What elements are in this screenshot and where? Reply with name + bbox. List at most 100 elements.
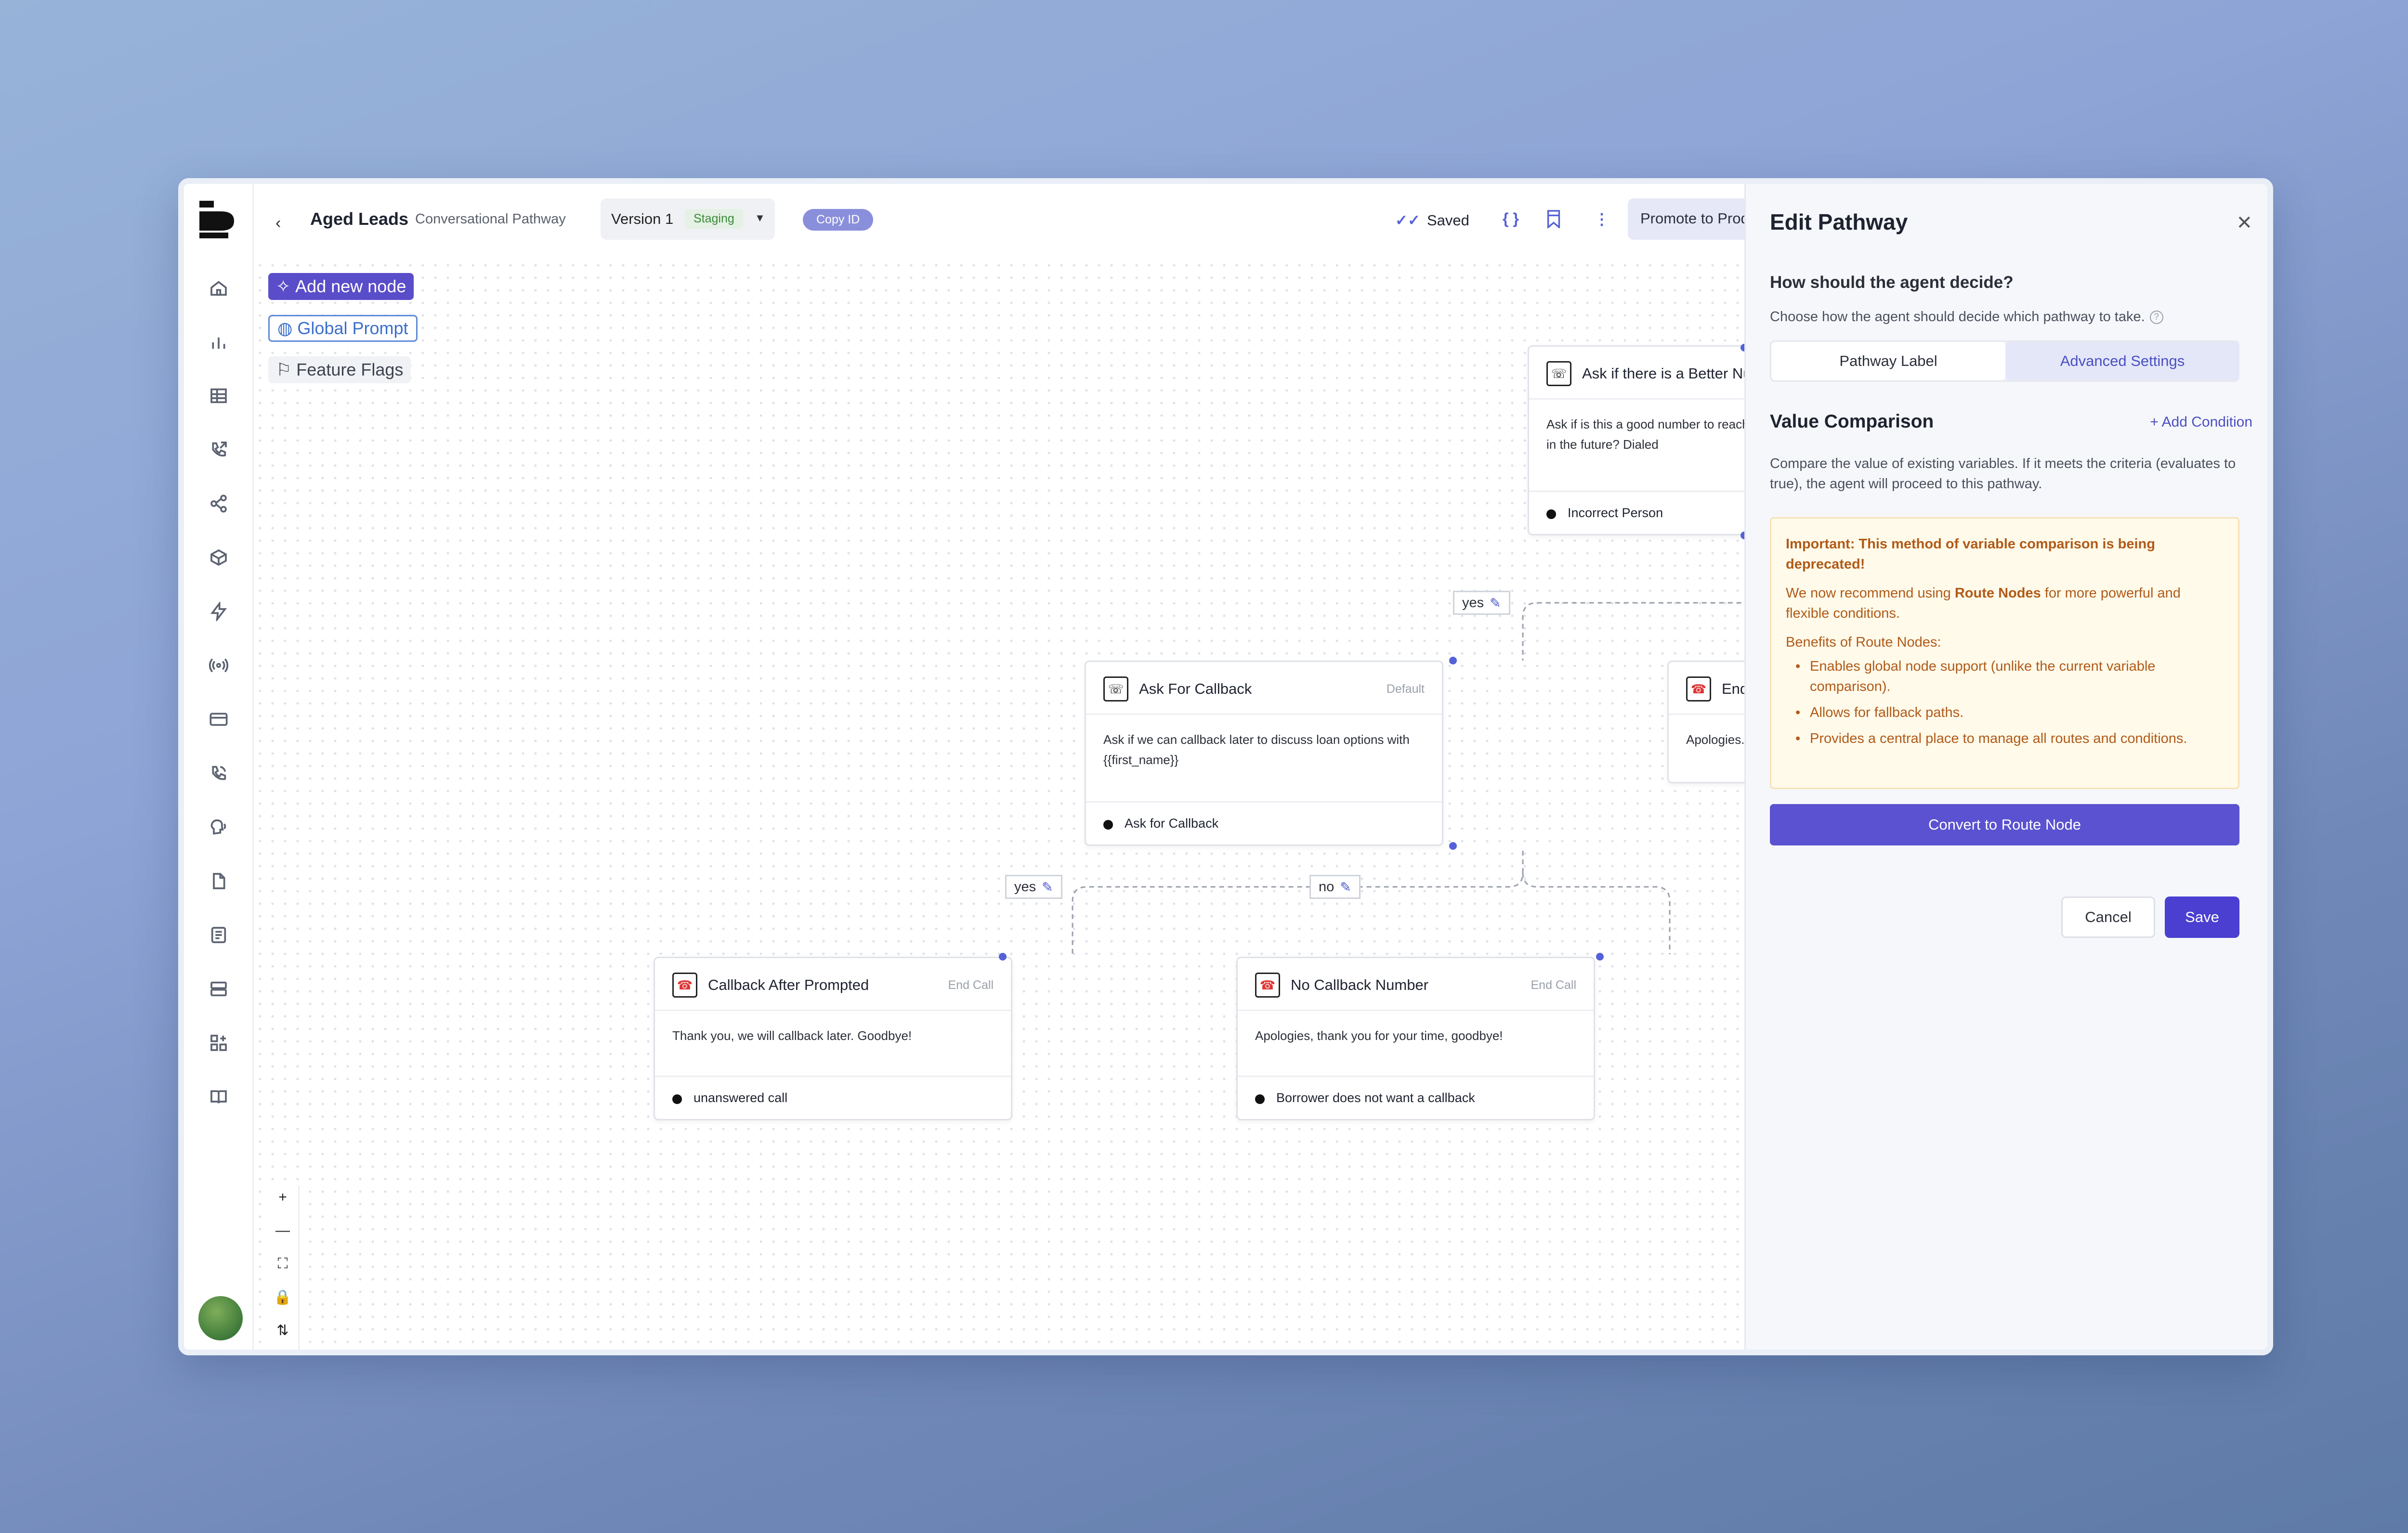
section-title: Value Comparison	[1770, 411, 1934, 432]
pencil-icon[interactable]: ✎	[1042, 879, 1053, 895]
node-title: Ask if there is a Better Number	[1582, 365, 1757, 382]
credit-card-icon[interactable]	[208, 709, 229, 730]
feature-flags-button[interactable]: ⚐ Feature Flags	[268, 356, 411, 383]
table-icon[interactable]	[208, 385, 229, 406]
lightning-icon[interactable]	[208, 601, 229, 622]
warning-title: Important: This method of variable compa…	[1786, 536, 2155, 572]
left-rail	[184, 184, 254, 1350]
pencil-icon[interactable]: ✎	[1490, 595, 1501, 611]
node-type-tag: Default	[1386, 682, 1425, 696]
canvas-controls: + — ⛶ 🔒 ⇅ ⌕ 🗑 ⧉ ↶ ↷	[266, 1185, 300, 1355]
zoom-out-icon[interactable]: —	[273, 1221, 292, 1240]
edge-label-yes[interactable]: yes ✎	[1005, 875, 1062, 899]
version-selector[interactable]: Version 1 Staging ▼	[601, 198, 775, 240]
global-prompt-label: Global Prompt	[297, 318, 408, 338]
section-description: Compare the value of existing variables.…	[1770, 456, 2236, 492]
bookmark-icon[interactable]	[1546, 210, 1567, 231]
node-port[interactable]	[1449, 657, 1457, 664]
integrations-icon[interactable]	[208, 1032, 229, 1053]
node-title: Callback After Prompted	[708, 976, 869, 993]
edge-label-text: yes	[1014, 879, 1036, 895]
node-prompt: Apologies, thank you for your time, good…	[1255, 1028, 1503, 1043]
book-icon[interactable]	[208, 1086, 229, 1107]
share-nodes-icon[interactable]	[208, 493, 229, 514]
node-port[interactable]	[1596, 953, 1604, 961]
convert-to-route-node-button[interactable]: Convert to Route Node	[1770, 804, 2239, 845]
cancel-button[interactable]: Cancel	[2061, 896, 2155, 938]
sparkle-icon: ✧	[276, 276, 291, 296]
lock-icon[interactable]: 🔒	[273, 1287, 292, 1307]
tab-pathway-label[interactable]: Pathway Label	[1771, 342, 2005, 380]
chevron-down-icon: ▼	[755, 212, 765, 224]
box-icon[interactable]	[208, 547, 229, 568]
home-icon[interactable]	[208, 278, 229, 299]
search-icon[interactable]: ⌕	[273, 1354, 292, 1355]
close-icon[interactable]: ✕	[2236, 212, 2252, 234]
recommend-prefix: We now recommend using	[1786, 585, 1951, 601]
document-icon[interactable]	[208, 870, 229, 892]
status-dot	[672, 1094, 682, 1104]
feature-flags-label: Feature Flags	[296, 360, 404, 379]
pathway-canvas[interactable]	[254, 184, 1744, 1350]
zoom-in-icon[interactable]: +	[273, 1188, 292, 1207]
edit-pathway-panel: Edit Pathway ✕ How should the agent deci…	[1744, 184, 2267, 1350]
notes-icon[interactable]	[208, 924, 229, 946]
add-node-button[interactable]: ✧ Add new node	[268, 273, 414, 300]
status-dot	[1255, 1094, 1265, 1104]
pencil-icon[interactable]: ✎	[1340, 879, 1351, 895]
voice-icon[interactable]	[208, 817, 229, 838]
pathway-subtitle: Conversational Pathway	[415, 211, 566, 227]
variables-braces-icon[interactable]: { }	[1503, 210, 1524, 231]
help-icon[interactable]: ?	[2149, 311, 2163, 325]
sort-icon[interactable]: ⇅	[273, 1321, 292, 1340]
benefits-list: Enables global node support (unlike the …	[1786, 656, 2224, 749]
app-logo[interactable]	[199, 201, 236, 238]
add-condition-button[interactable]: + Add Condition	[2150, 414, 2252, 430]
more-options-icon[interactable]: ⋮	[1594, 210, 1615, 231]
edge-label-yes[interactable]: yes ✎	[1453, 591, 1510, 615]
node-port[interactable]	[1449, 842, 1457, 850]
node-label: unanswered call	[694, 1091, 788, 1105]
saved-status: ✓✓ Saved	[1395, 212, 1469, 229]
edge-label-text: yes	[1462, 595, 1484, 611]
tab-advanced-settings[interactable]: Advanced Settings	[2005, 342, 2239, 380]
benefits-title: Benefits of Route Nodes:	[1786, 635, 1941, 650]
hang-up-icon: ☎	[1686, 676, 1711, 702]
node-prompt: Thank you, we will callback later. Goodb…	[672, 1028, 912, 1043]
pathway-title: Aged Leads	[310, 209, 409, 229]
staging-badge: Staging	[685, 209, 743, 229]
node-better-number[interactable]: ☏ Ask if there is a Better Number Ask if …	[1528, 345, 1759, 535]
node-no-callback-number[interactable]: ☎ No Callback Number End Call Apologies, t…	[1236, 957, 1595, 1120]
node-title: Ask For Callback	[1139, 680, 1252, 697]
node-ask-for-callback[interactable]: ☏ Ask For Callback Default Ask if we can c…	[1085, 661, 1443, 846]
promote-button[interactable]: Promote to Production	[1628, 198, 1753, 240]
analytics-icon[interactable]	[208, 332, 229, 353]
globe-icon: ◍	[277, 318, 293, 338]
node-callback-after-prompted[interactable]: ☎ Callback After Prompted End Call Thank y…	[654, 957, 1012, 1120]
edge-label-no[interactable]: no ✎	[1309, 875, 1361, 899]
phone-outgoing-icon[interactable]	[208, 439, 229, 460]
node-label: Ask for Callback	[1125, 816, 1219, 831]
decision-description-text: Choose how the agent should decide which…	[1770, 309, 2145, 325]
decision-question: How should the agent decide?	[1770, 273, 2014, 292]
phone-icon: ☏	[1103, 676, 1128, 702]
edge-label-text: no	[1319, 879, 1335, 895]
server-icon[interactable]	[208, 978, 229, 1000]
benefit-item: Provides a central place to manage all r…	[1795, 728, 2224, 749]
deprecation-warning: Important: This method of variable compa…	[1770, 517, 2239, 789]
node-prompt: Apologies.	[1686, 732, 1745, 747]
global-prompt-button[interactable]: ◍ Global Prompt	[268, 315, 418, 342]
save-button[interactable]: Save	[2165, 896, 2239, 938]
fit-view-icon[interactable]: ⛶	[273, 1254, 292, 1273]
phone-calls-icon[interactable]	[208, 763, 229, 784]
hang-up-icon: ☎	[1255, 973, 1280, 998]
add-condition-label: Add Condition	[2161, 414, 2252, 430]
copy-id-button[interactable]: Copy ID	[803, 209, 874, 231]
node-prompt: Ask if is this a good number to reach {{…	[1546, 417, 1757, 452]
user-avatar[interactable]	[198, 1296, 243, 1340]
warning-recommendation: We now recommend using Route Nodes for m…	[1786, 583, 2224, 624]
back-arrow-icon[interactable]: ‹	[275, 214, 281, 233]
node-port[interactable]	[999, 953, 1007, 961]
broadcast-icon[interactable]	[208, 655, 229, 676]
node-end-partial[interactable]: ☎ End Apologies.	[1667, 661, 1754, 783]
